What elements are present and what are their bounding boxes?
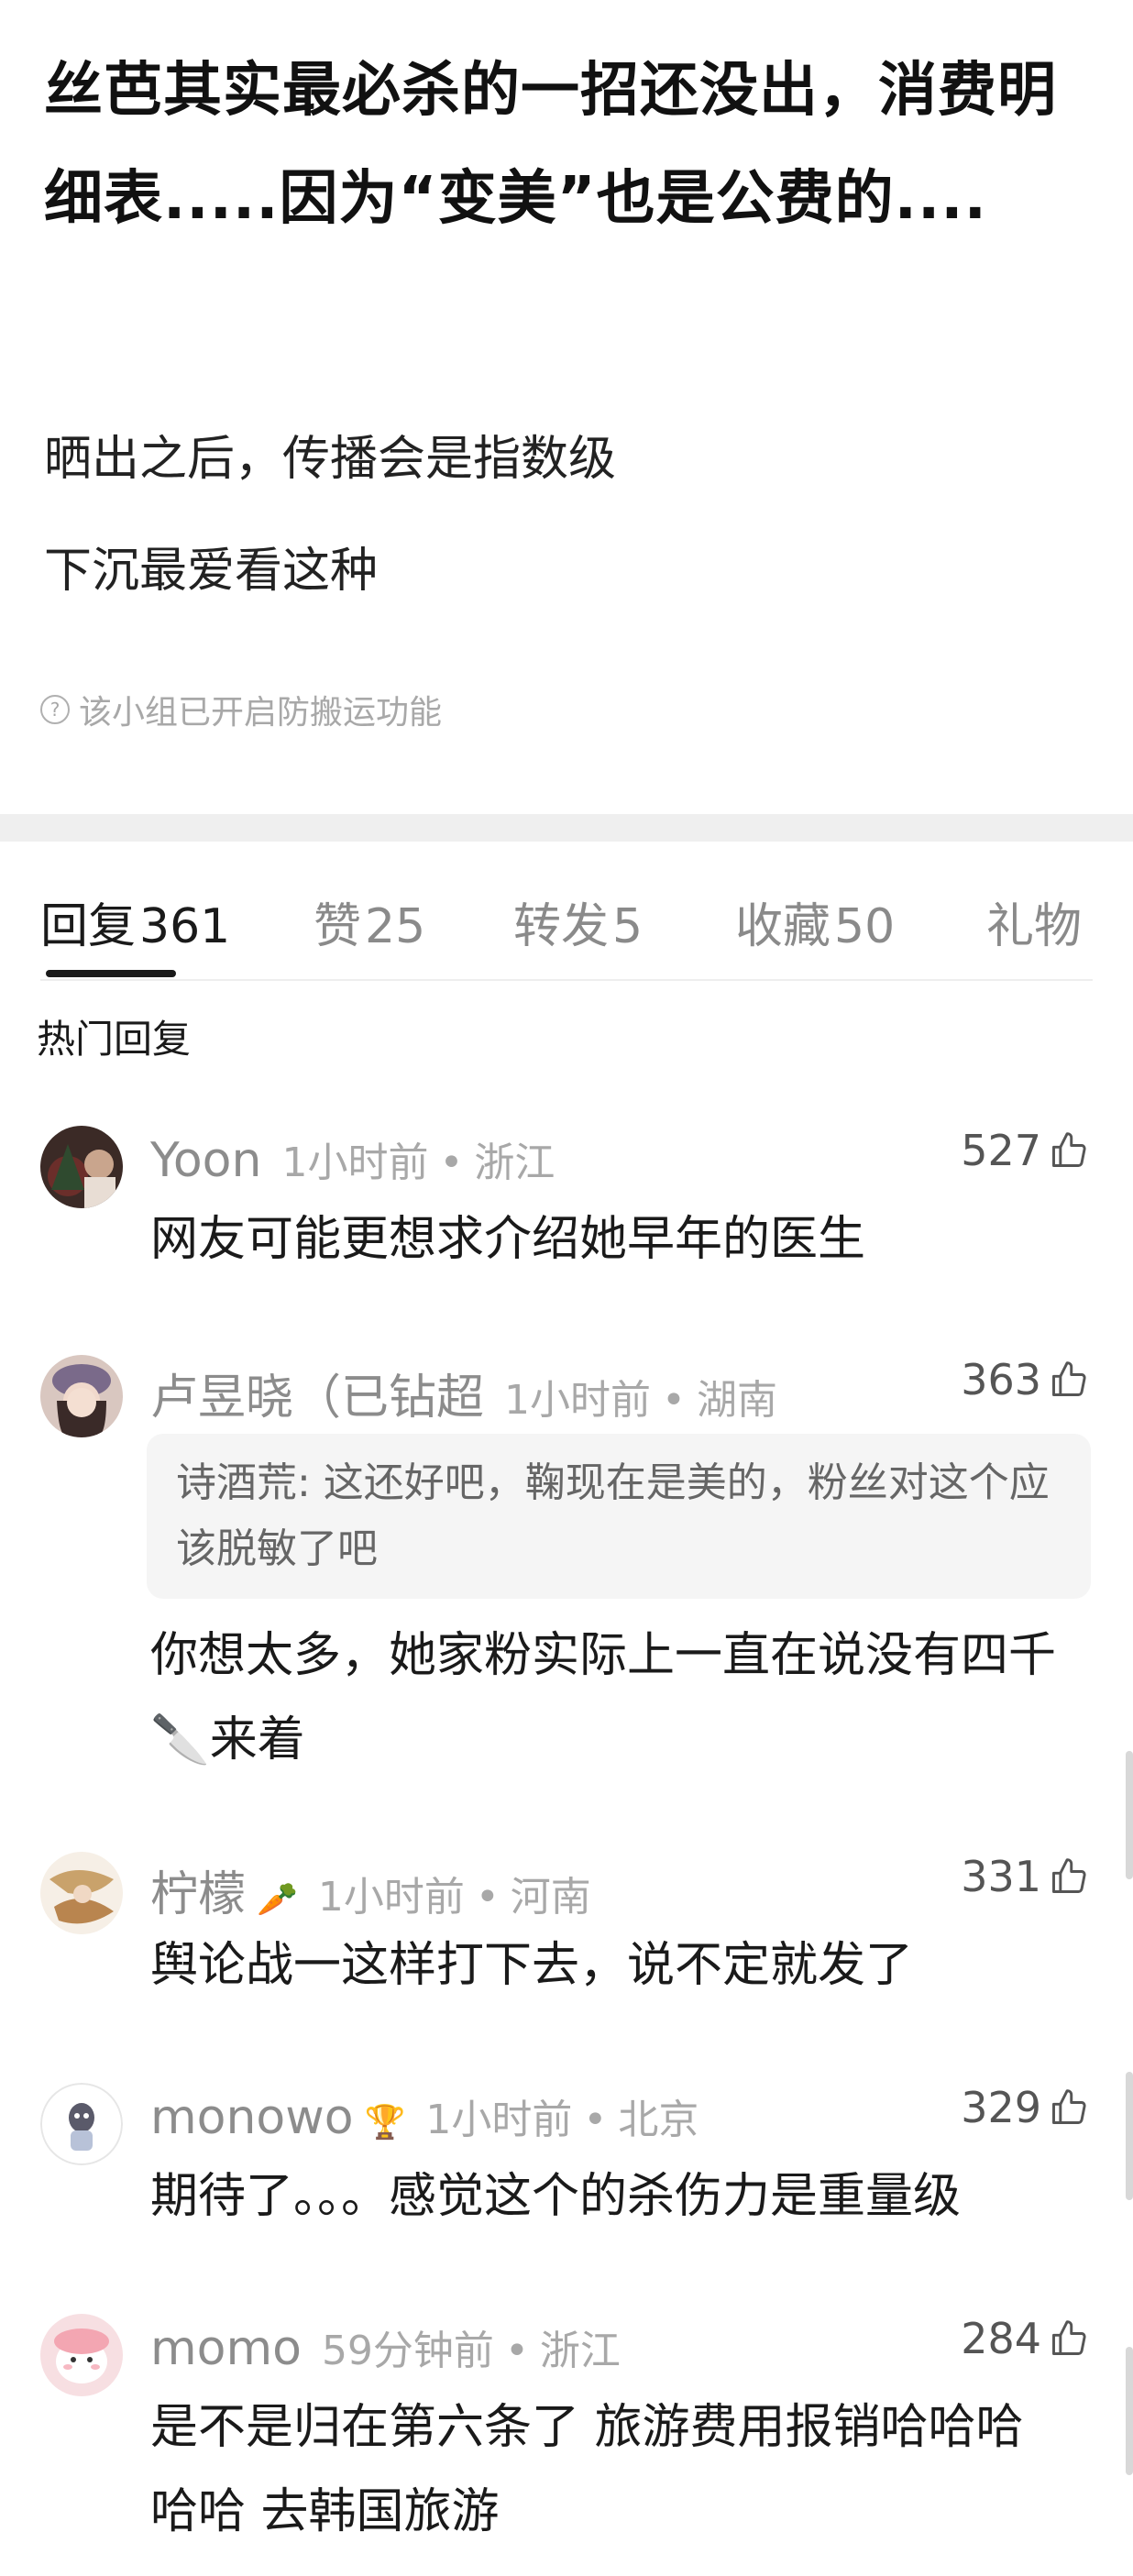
- like-count: 363: [961, 1355, 1041, 1404]
- comment-separator: •: [583, 2097, 608, 2143]
- comment-text: 你想太多，她家粉实际上一直在说没有四千🔪来着: [150, 1628, 1057, 1767]
- tab-replies[interactable]: 回复361: [40, 887, 230, 956]
- comment-username[interactable]: 卢昱晓（已钻超: [150, 1359, 484, 1427]
- tab-likes-count: 25: [365, 899, 426, 954]
- comment-text: 网友可能更想求介绍她早年的医生: [150, 1212, 866, 1267]
- interaction-tabs: 回复361 赞25 转发5 收藏50 礼物: [40, 887, 1094, 979]
- tab-gifts-label: 礼物: [986, 899, 1083, 954]
- comment-region: 北京: [618, 2097, 699, 2143]
- anti-repost-notice: ? 该小组已开启防搬运功能: [40, 686, 442, 733]
- tab-favorites[interactable]: 收藏50: [735, 887, 895, 956]
- tab-favorites-count: 50: [834, 899, 896, 954]
- avatar[interactable]: [40, 1355, 123, 1437]
- tab-likes[interactable]: 赞25: [314, 887, 425, 956]
- post-title: 丝芭其实最必杀的一招还没出，消费明细表.....因为“变美”也是公费的....: [44, 57, 1057, 233]
- carrot-badge-icon: 🥕: [257, 1881, 298, 1919]
- avatar[interactable]: [40, 1126, 123, 1208]
- comment-text: 舆论战一这样打下去，说不定就发了: [150, 1938, 914, 1993]
- thumbs-up-icon: [1052, 1361, 1086, 1396]
- comment-separator: •: [439, 1139, 464, 1186]
- section-divider: [0, 814, 1133, 842]
- comment-item: Yoon 1小时前 • 浙江 527 网友可能更想求介绍她早年的医生: [0, 1126, 1133, 1309]
- question-circle-icon: ?: [40, 695, 70, 724]
- thumbs-up-icon: [1052, 1858, 1086, 1893]
- comment-separator: •: [662, 1377, 686, 1424]
- scrollbar-thumb[interactable]: [1126, 2347, 1133, 2475]
- like-count: 284: [961, 2314, 1041, 2363]
- like-button[interactable]: 331: [961, 1852, 1089, 1901]
- tab-replies-count: 361: [139, 899, 231, 954]
- tab-likes-label: 赞: [314, 899, 362, 954]
- trophy-badge-icon: 🏆: [364, 2104, 406, 2141]
- tab-replies-label: 回复: [40, 899, 137, 954]
- like-button[interactable]: 527: [961, 1126, 1089, 1175]
- comment-time: 1小时前: [317, 1874, 465, 1921]
- like-count: 527: [961, 1126, 1041, 1175]
- comment-header: 卢昱晓（已钻超 1小时前 • 湖南: [150, 1359, 777, 1427]
- comment-header: monowo 🏆 1小时前 • 北京: [150, 2086, 698, 2145]
- comment-header: momo 59分钟前 • 浙江: [150, 2317, 621, 2376]
- post-content: 丝芭其实最必杀的一招还没出，消费明细表.....因为“变美”也是公费的.... …: [0, 0, 1133, 816]
- like-button[interactable]: 329: [961, 2083, 1089, 2132]
- avatar[interactable]: [40, 2083, 123, 2165]
- like-button[interactable]: 363: [961, 1355, 1089, 1404]
- comment-text: 是不是归在第六条了 旅游费用报销哈哈哈哈哈 去韩国旅游: [150, 2400, 1024, 2539]
- active-tab-indicator: [46, 970, 176, 977]
- comment-text: 期待了。。。感觉这个的杀伤力是重量级: [150, 2169, 962, 2224]
- comment-item: 卢昱晓（已钻超 1小时前 • 湖南 363 诗酒荒: 这还好吧，鞠现在是美的，粉…: [0, 1355, 1133, 1795]
- like-count: 331: [961, 1852, 1041, 1901]
- avatar[interactable]: [40, 1852, 123, 1934]
- like-button[interactable]: 284: [961, 2314, 1089, 2363]
- post-text-line-2: 下沉最爱看这种: [44, 544, 379, 599]
- comment-region: 浙江: [539, 2328, 621, 2374]
- comment-username[interactable]: 柠檬: [150, 1855, 246, 1924]
- tab-gifts[interactable]: 礼物: [986, 887, 1082, 956]
- hot-replies-heading: 热门回复: [37, 1017, 192, 1062]
- post-text-line-1: 晒出之后，传播会是指数级: [44, 432, 617, 487]
- tab-reposts[interactable]: 转发5: [513, 887, 643, 956]
- comment-header: 柠檬 🥕 1小时前 • 河南: [150, 1855, 591, 1924]
- comment-separator: •: [504, 2328, 529, 2374]
- comment-region: 湖南: [696, 1377, 777, 1424]
- comment-header: Yoon 1小时前 • 浙江: [150, 1129, 555, 1188]
- tab-reposts-label: 转发: [513, 899, 610, 954]
- like-count: 329: [961, 2083, 1041, 2132]
- comment-separator: •: [475, 1874, 500, 1921]
- tab-reposts-count: 5: [612, 899, 644, 954]
- comment-item: momo 59分钟前 • 浙江 284 是不是归在第六条了 旅游费用报销哈哈哈哈…: [0, 2314, 1133, 2570]
- comment-region: 河南: [510, 1874, 591, 1921]
- comment-item: 柠檬 🥕 1小时前 • 河南 331 舆论战一这样打下去，说不定就发了: [0, 1852, 1133, 2035]
- quoted-reply[interactable]: 诗酒荒: 这还好吧，鞠现在是美的，粉丝对这个应该脱敏了吧: [147, 1434, 1091, 1599]
- tab-favorites-label: 收藏: [735, 899, 831, 954]
- scrollbar-thumb[interactable]: [1126, 1751, 1133, 1879]
- comment-region: 浙江: [474, 1139, 556, 1186]
- comment-item: monowo 🏆 1小时前 • 北京 329 期待了。。。感觉这个的杀伤力是重量…: [0, 2083, 1133, 2266]
- comment-time: 1小时前: [504, 1377, 652, 1424]
- comment-username[interactable]: monowo: [150, 2090, 354, 2145]
- comment-username[interactable]: momo: [150, 2321, 302, 2376]
- thumbs-up-icon: [1052, 2089, 1086, 2124]
- scrollbar-thumb[interactable]: [1126, 2072, 1133, 2200]
- thumbs-up-icon: [1052, 1132, 1086, 1167]
- comment-username[interactable]: Yoon: [150, 1133, 261, 1188]
- avatar[interactable]: [40, 2314, 123, 2396]
- tabs-divider: [40, 979, 1093, 981]
- anti-repost-notice-text: 该小组已开启防搬运功能: [79, 694, 443, 732]
- comment-time: 1小时前: [281, 1139, 429, 1186]
- comment-time: 1小时前: [425, 2097, 573, 2143]
- comment-time: 59分钟前: [321, 2328, 494, 2374]
- thumbs-up-icon: [1052, 2320, 1086, 2355]
